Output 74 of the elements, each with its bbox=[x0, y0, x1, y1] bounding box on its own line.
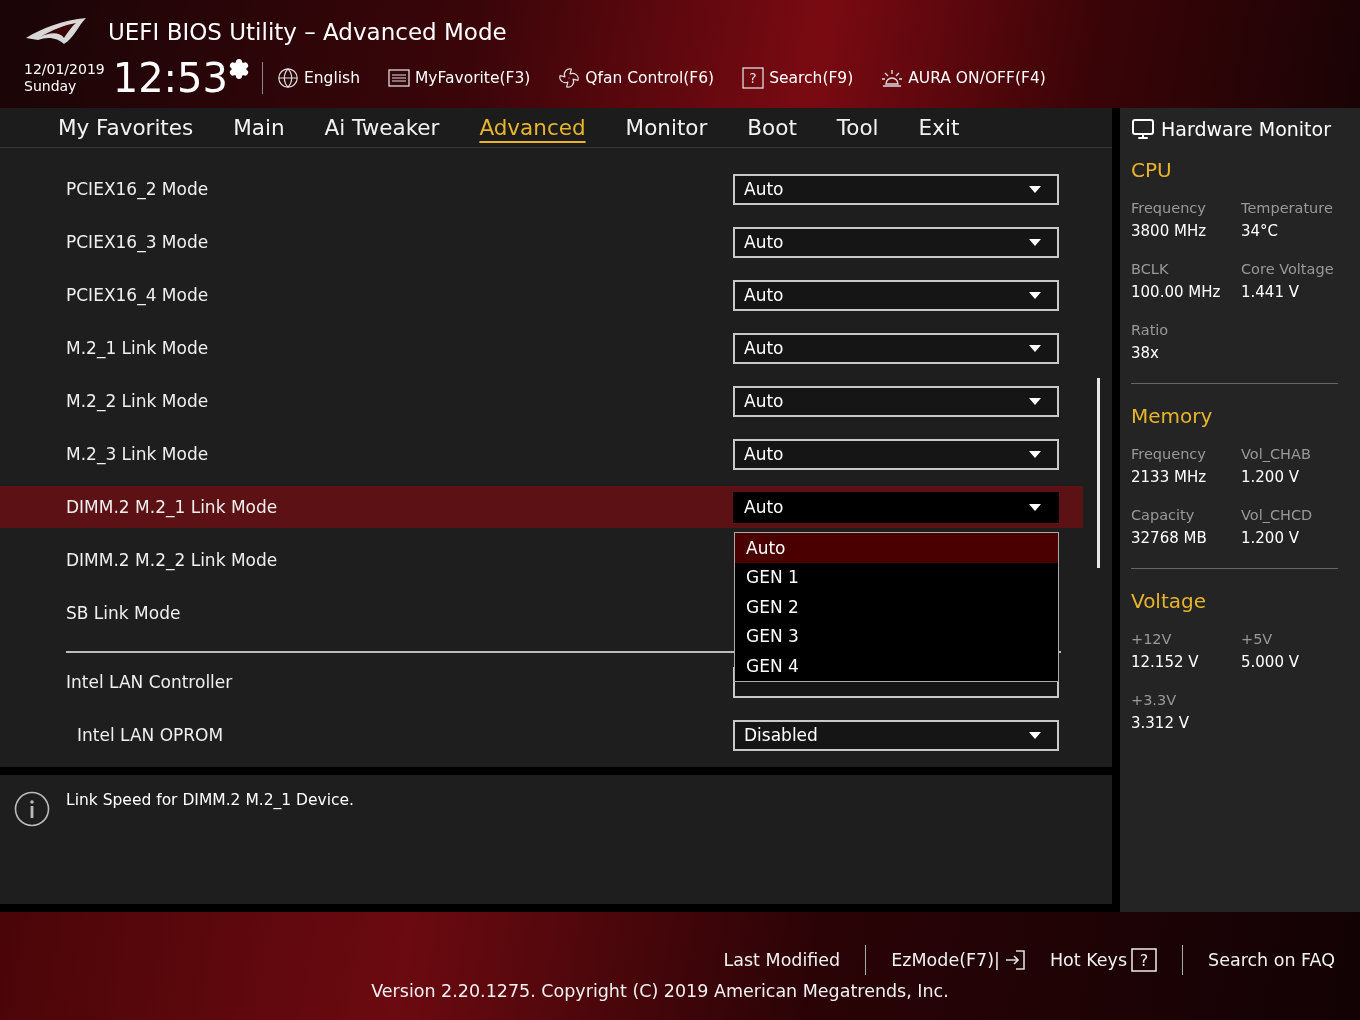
select-field[interactable]: Auto bbox=[733, 385, 1059, 417]
date-text: 12/01/2019 bbox=[24, 61, 105, 78]
reading-label: BCLK bbox=[1131, 261, 1170, 277]
reading-value: 38x bbox=[1131, 344, 1160, 362]
reading-label: Temperature bbox=[1241, 200, 1334, 216]
question-icon: ? bbox=[1131, 948, 1158, 972]
help-text: Link Speed for DIMM.2 M.2_1 Device. bbox=[66, 791, 355, 809]
reading-label: Ratio bbox=[1131, 322, 1170, 338]
reading-label: Core Voltage bbox=[1241, 261, 1335, 277]
reading-value: 1.441 V bbox=[1241, 283, 1300, 301]
setting-label: PCIEX16_4 Mode bbox=[66, 285, 210, 305]
reading-value: 3800 MHz bbox=[1131, 222, 1208, 240]
reading-value: 34°C bbox=[1241, 222, 1280, 240]
menu-tab[interactable]: Tool bbox=[836, 115, 879, 140]
reading-label: Vol_CHAB bbox=[1241, 446, 1312, 462]
select-field[interactable]: Auto bbox=[733, 332, 1059, 364]
select-field[interactable]: Auto bbox=[733, 438, 1059, 470]
setting-label: Intel LAN Controller bbox=[66, 672, 234, 692]
footer-link[interactable]: Last Modified bbox=[711, 950, 853, 970]
menu-tab[interactable]: Boot bbox=[747, 115, 797, 140]
reading-label: +3.3V bbox=[1131, 692, 1178, 708]
reading-value: 100.00 MHz bbox=[1131, 283, 1222, 301]
footer-link[interactable]: Hot Keys ? bbox=[1037, 948, 1170, 972]
toolbar-button[interactable]: AURA ON/OFF(F4) bbox=[881, 67, 1046, 89]
toolbar-button[interactable]: MyFavorite(F3) bbox=[387, 67, 531, 89]
menu-tab[interactable]: Main bbox=[233, 115, 285, 140]
reading-value: 3.312 V bbox=[1131, 714, 1190, 732]
reading-label: Vol_CHCD bbox=[1241, 507, 1314, 523]
select-field[interactable]: Auto bbox=[733, 226, 1059, 258]
reading-value: 5.000 V bbox=[1241, 653, 1300, 671]
reading-label: Frequency bbox=[1131, 446, 1207, 462]
question-icon: ? bbox=[742, 67, 765, 89]
menu-tab[interactable]: Ai Tweaker bbox=[324, 115, 440, 140]
setting-label: Intel LAN OPROM bbox=[77, 725, 225, 745]
section-title: Voltage bbox=[1131, 589, 1208, 613]
toolbar-button[interactable]: Qfan Control(F6) bbox=[558, 67, 715, 89]
setting-label: DIMM.2 M.2_2 Link Mode bbox=[66, 550, 279, 570]
window-title: UEFI BIOS Utility – Advanced Mode bbox=[108, 19, 507, 45]
reading-value: 2133 MHz bbox=[1131, 468, 1208, 486]
selected-row[interactable]: DIMM.2 M.2_1 Link Mode Auto bbox=[0, 486, 1083, 528]
select-field[interactable]: Auto bbox=[733, 279, 1059, 311]
select-field[interactable]: Disabled bbox=[733, 719, 1059, 751]
menu-tab[interactable]: Advanced bbox=[479, 115, 586, 140]
setting-label: M.2_1 Link Mode bbox=[66, 338, 210, 358]
select-field[interactable]: Auto bbox=[733, 491, 1059, 523]
select-field[interactable]: Auto bbox=[733, 173, 1059, 205]
toolbar-button[interactable]: ? Search(F9) bbox=[742, 67, 854, 89]
setting-label: M.2_2 Link Mode bbox=[66, 391, 210, 411]
reading-label: Frequency bbox=[1131, 200, 1207, 216]
reading-value: 12.152 V bbox=[1131, 653, 1200, 671]
footer-link[interactable]: EzMode(F7)| bbox=[879, 949, 1038, 971]
footer-link[interactable]: Search on FAQ bbox=[1196, 950, 1347, 970]
reading-value: 32768 MB bbox=[1131, 529, 1208, 547]
panel-title: Hardware Monitor bbox=[1161, 118, 1331, 140]
section-title: CPU bbox=[1131, 158, 1173, 182]
version-text: Version 2.20.1275. Copyright (C) 2019 American Megatrends, Inc. bbox=[371, 981, 949, 1001]
toolbar-button[interactable]: English bbox=[277, 67, 360, 89]
setting-label: PCIEX16_2 Mode bbox=[66, 179, 210, 199]
section-title: Memory bbox=[1131, 404, 1214, 428]
reading-value: 1.200 V bbox=[1241, 468, 1300, 486]
menu-tab[interactable]: Exit bbox=[918, 115, 960, 140]
reading-value: 1.200 V bbox=[1241, 529, 1300, 547]
dropdown-option[interactable]: Auto bbox=[735, 533, 1058, 563]
setting-label: SB Link Mode bbox=[66, 603, 182, 623]
day-text: Sunday bbox=[24, 78, 78, 95]
reading-label: +12V bbox=[1131, 631, 1173, 647]
clock-time: 12:53 bbox=[112, 56, 228, 100]
setting-label: DIMM.2 M.2_1 Link Mode bbox=[66, 497, 279, 517]
reading-label: +5V bbox=[1241, 631, 1274, 647]
menu-tab[interactable]: My Favorites bbox=[58, 115, 194, 140]
menu-tab[interactable]: Monitor bbox=[625, 115, 708, 140]
setting-label: M.2_3 Link Mode bbox=[66, 444, 210, 464]
setting-label: PCIEX16_3 Mode bbox=[66, 232, 210, 252]
reading-label: Capacity bbox=[1131, 507, 1196, 523]
